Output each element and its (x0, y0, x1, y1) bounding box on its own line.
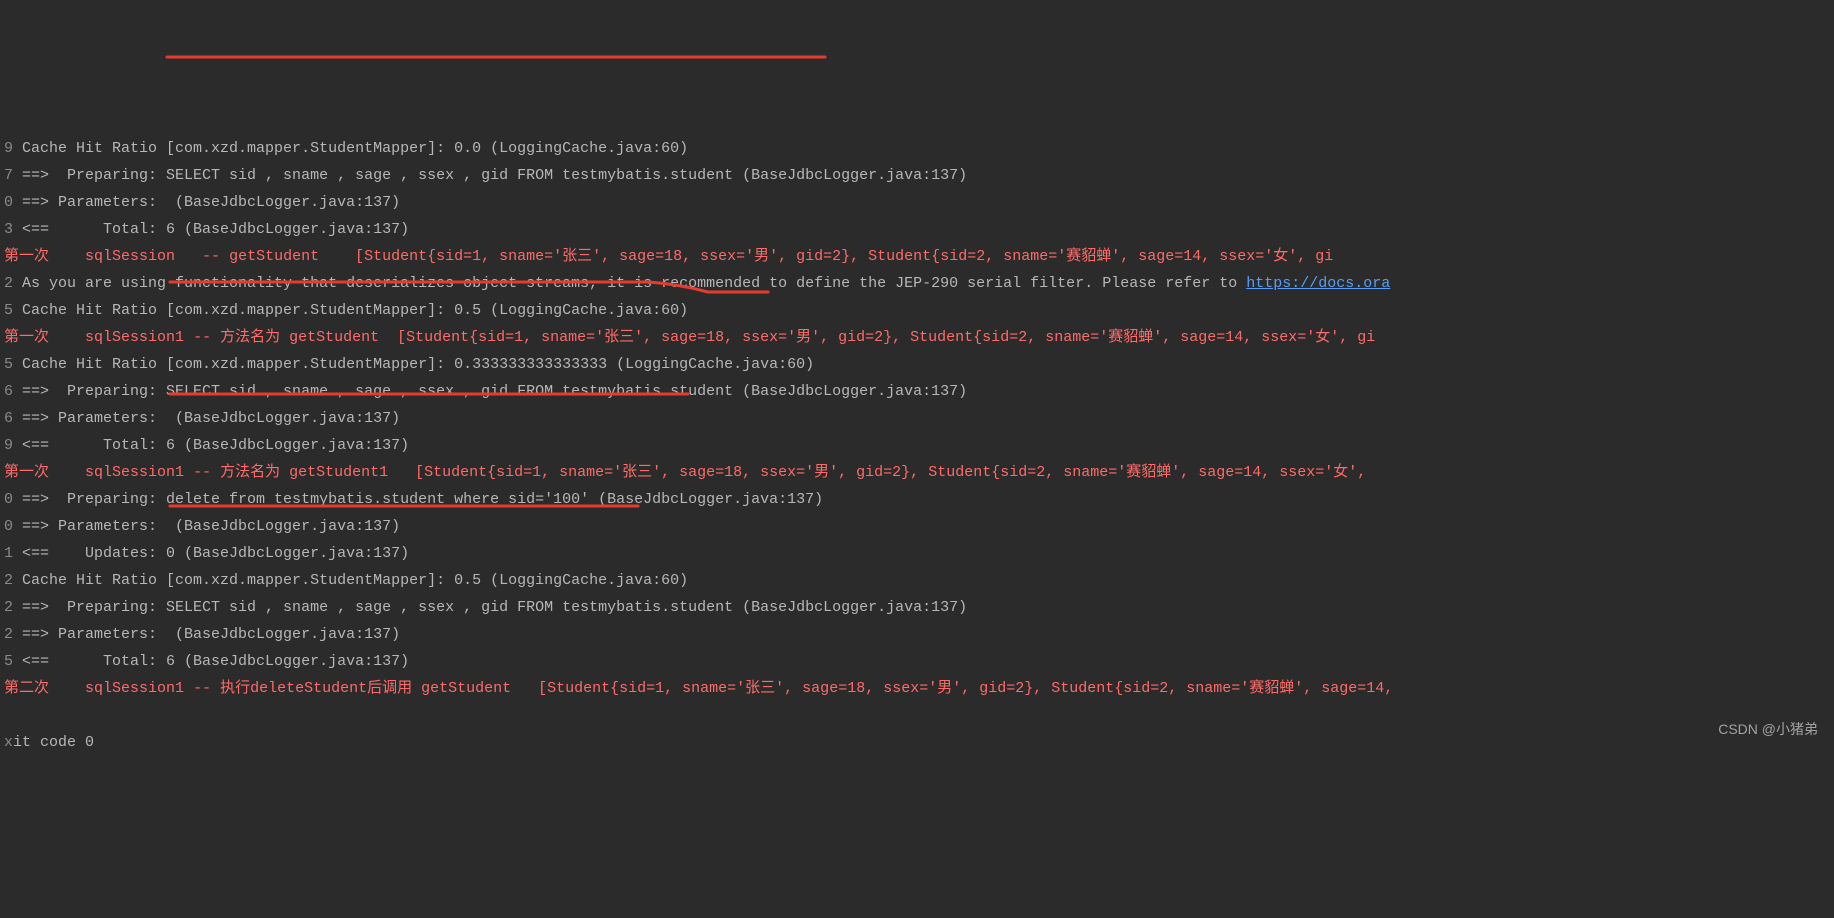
line-num: 0 (4, 491, 13, 508)
log-line: 第一次 sqlSession -- getStudent [Student{si… (0, 243, 1834, 270)
log-line: 5 Cache Hit Ratio [com.xzd.mapper.Studen… (0, 297, 1834, 324)
log-line: 0 ==> Preparing: delete from testmybatis… (0, 486, 1834, 513)
session: sqlSession1 (85, 329, 184, 346)
method: deleteStudent (250, 680, 367, 697)
line-num: 0 (4, 194, 13, 211)
line-num: 6 (4, 383, 13, 400)
log-line: 6 ==> Preparing: SELECT sid , sname , sa… (0, 378, 1834, 405)
line-num: 2 (4, 275, 13, 292)
log-line: 9 <== Total: 6 (BaseJdbcLogger.java:137) (0, 432, 1834, 459)
line-num: 0 (4, 518, 13, 535)
line-num: 2 (4, 599, 13, 616)
session: sqlSession (85, 248, 175, 265)
log-line: 5 <== Total: 6 (BaseJdbcLogger.java:137) (0, 648, 1834, 675)
log-line: 2 ==> Parameters: (BaseJdbcLogger.java:1… (0, 621, 1834, 648)
line-num: 2 (4, 626, 13, 643)
log-line: 9 Cache Hit Ratio [com.xzd.mapper.Studen… (0, 135, 1834, 162)
line-num: 1 (4, 545, 13, 562)
log-line: 2 As you are using functionality that de… (0, 270, 1834, 297)
line-num: 7 (4, 167, 13, 184)
log-line: 2 Cache Hit Ratio [com.xzd.mapper.Studen… (0, 567, 1834, 594)
log-line (0, 702, 1834, 729)
stage-label: 第二次 (4, 680, 49, 697)
log-line: 第一次 sqlSession1 -- 方法名为 getStudent [Stud… (0, 324, 1834, 351)
log-line: 5 Cache Hit Ratio [com.xzd.mapper.Studen… (0, 351, 1834, 378)
session: sqlSession1 (85, 464, 184, 481)
log-line: 7 ==> Preparing: SELECT sid , sname , sa… (0, 162, 1834, 189)
log-line: 2 ==> Preparing: SELECT sid , sname , sa… (0, 594, 1834, 621)
stage-label: 第一次 (4, 464, 49, 481)
watermark: CSDN @小猪弟 (1718, 716, 1818, 743)
session: sqlSession1 (85, 680, 184, 697)
line-num: 9 (4, 437, 13, 454)
line-num: 6 (4, 410, 13, 427)
log-line: 1 <== Updates: 0 (BaseJdbcLogger.java:13… (0, 540, 1834, 567)
console-output: 9 Cache Hit Ratio [com.xzd.mapper.Studen… (0, 135, 1834, 756)
method: getStudent (229, 248, 319, 265)
method: getStudent (289, 329, 379, 346)
line-num: 2 (4, 572, 13, 589)
red-underline (165, 53, 845, 73)
stage-label: 第一次 (4, 329, 49, 346)
log-line: 第二次 sqlSession1 -- 执行deleteStudent后调用 ge… (0, 675, 1834, 702)
result: [Student{sid=1, sname='张三', sage=18, sse… (379, 329, 1375, 346)
log-line: 6 ==> Parameters: (BaseJdbcLogger.java:1… (0, 405, 1834, 432)
log-line: 0 ==> Parameters: (BaseJdbcLogger.java:1… (0, 189, 1834, 216)
log-line: 0 ==> Parameters: (BaseJdbcLogger.java:1… (0, 513, 1834, 540)
log-line: 第一次 sqlSession1 -- 方法名为 getStudent1 [Stu… (0, 459, 1834, 486)
result: [Student{sid=1, sname='张三', sage=18, sse… (388, 464, 1375, 481)
line-num: 5 (4, 653, 13, 670)
docs-link[interactable]: https://docs.ora (1246, 275, 1390, 292)
log-line: 3 <== Total: 6 (BaseJdbcLogger.java:137) (0, 216, 1834, 243)
stage-label: 第一次 (4, 248, 49, 265)
result: [Student{sid=1, sname='张三', sage=18, sse… (319, 248, 1333, 265)
result: [Student{sid=1, sname='张三', sage=18, sse… (511, 680, 1402, 697)
line-num: 3 (4, 221, 13, 238)
line-num: 5 (4, 356, 13, 373)
line-num: 9 (4, 140, 13, 157)
line-num: 5 (4, 302, 13, 319)
log-line: xit code 0 (0, 729, 1834, 756)
method: getStudent (421, 680, 511, 697)
line-num: x (4, 734, 13, 751)
method: getStudent1 (289, 464, 388, 481)
